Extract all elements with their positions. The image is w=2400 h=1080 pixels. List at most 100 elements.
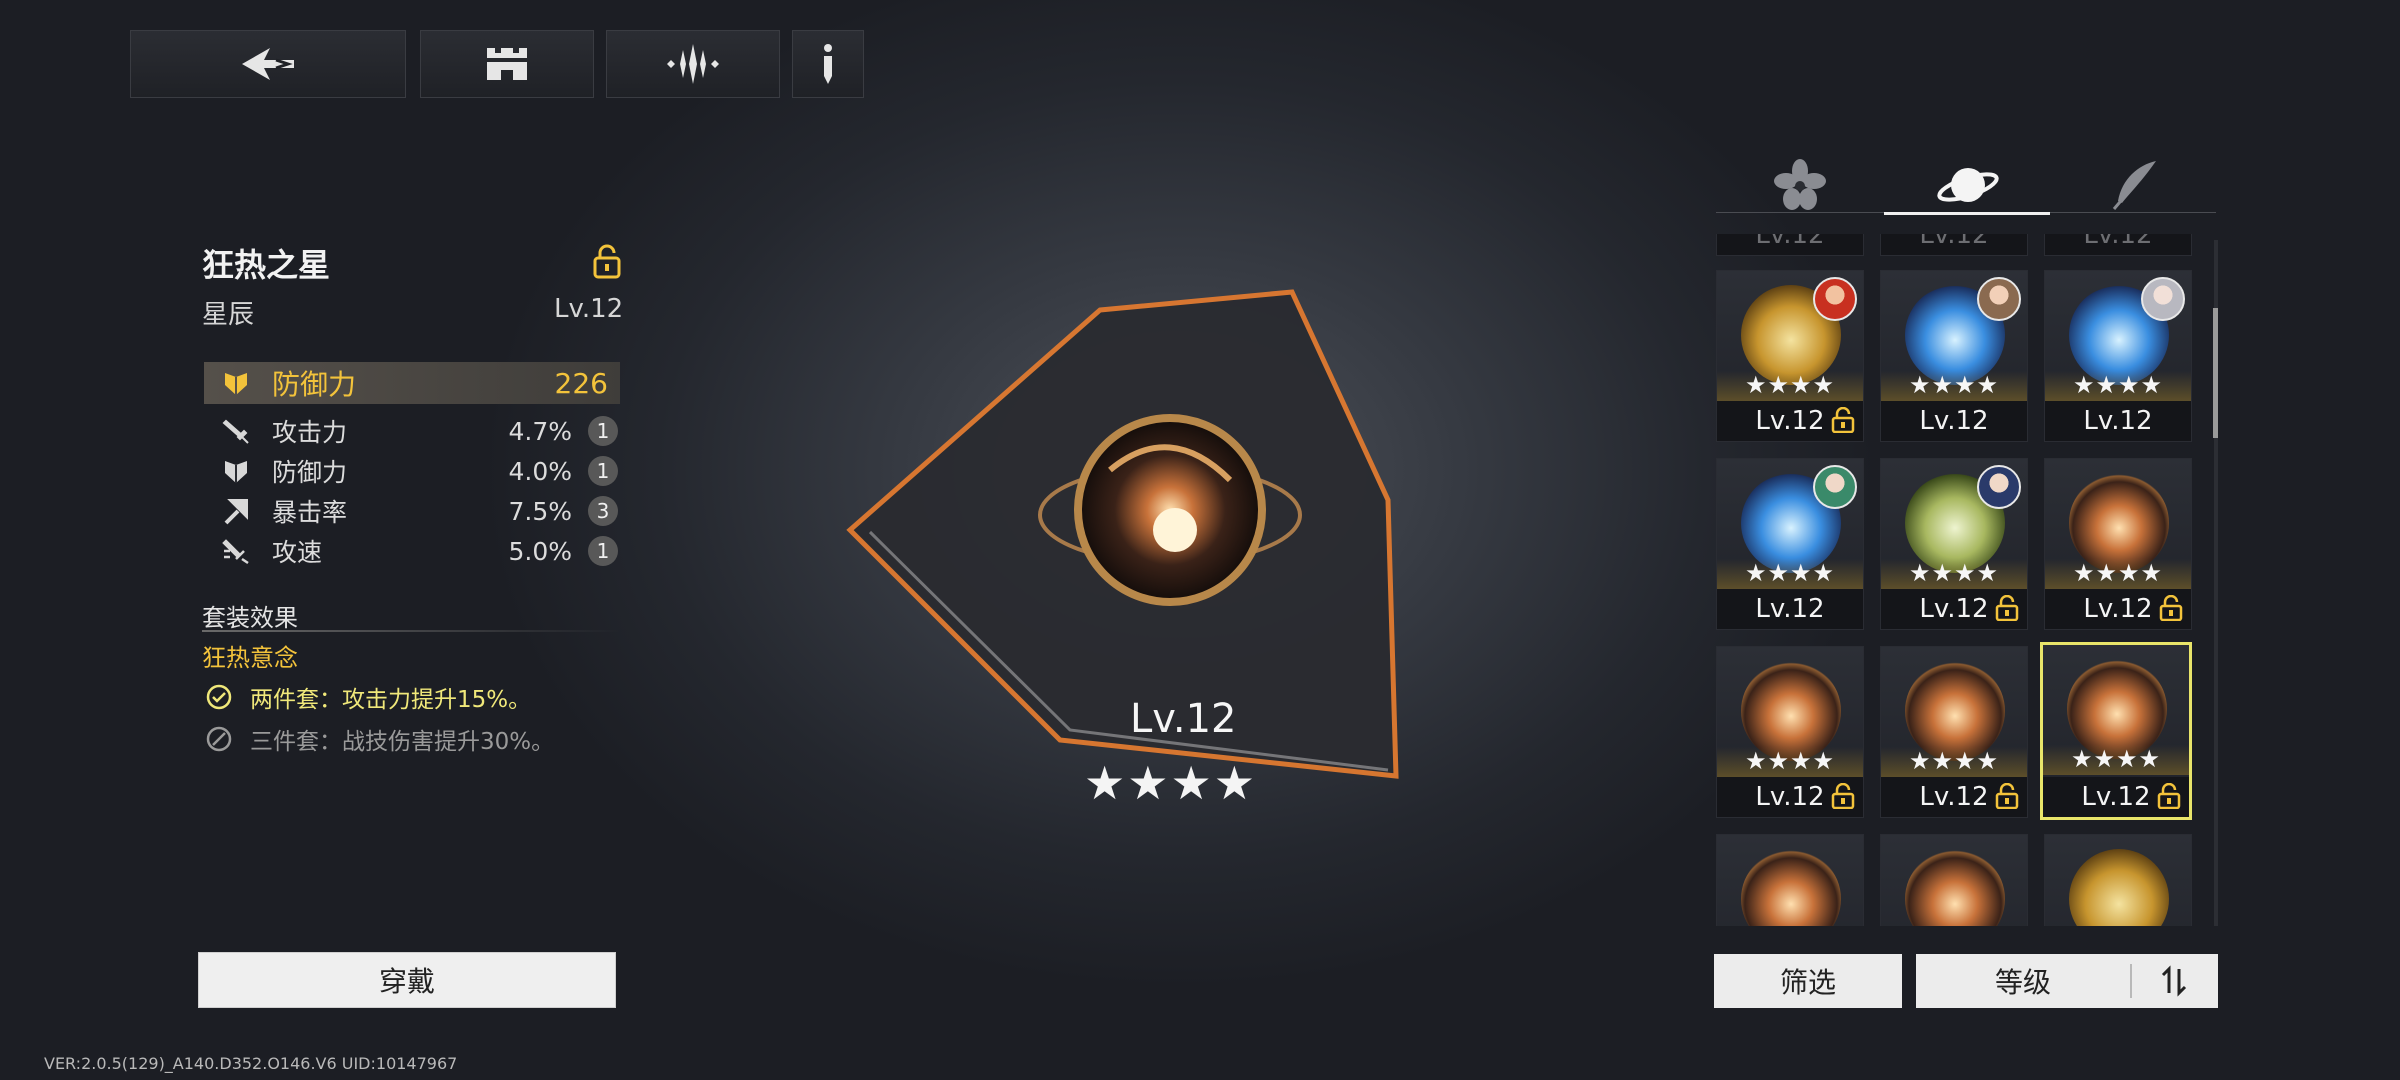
echo-art-fire-orb [2067,659,2167,759]
inventory-card[interactable]: ★★★★ Lv.12 [1880,458,2028,630]
echo-type: 星辰 [202,300,255,330]
main-stat-value: 226 [554,366,608,400]
card-level: Lv.12 [2045,401,2191,441]
tab-feather[interactable] [2056,150,2216,220]
set-effect-text: 三件套：战技伤害提升30%。 [250,729,555,755]
base-button[interactable] [420,30,594,98]
sort-order-toggle[interactable] [2132,954,2218,1008]
sub-stat-label: 暴击率 [272,498,348,527]
planet-icon [1937,168,1999,202]
card-level: Lv.12 [1717,234,1863,255]
avatar [2141,277,2185,321]
inventory-card[interactable] [1880,834,2028,926]
sub-stat-row: 攻击力 4.7% 1 [204,412,620,450]
inventory-card-partial[interactable]: Lv.12 [2044,234,2192,256]
feather-icon [2112,161,2156,210]
sub-stat-row: 攻速 5.0% 1 [204,532,620,570]
filter-button[interactable]: 筛选 [1714,954,1902,1008]
inventory-card[interactable]: ★★★★ Lv.12 [1880,646,2028,818]
card-stars: ★★★★ [1717,747,1863,777]
terminal-button[interactable] [606,30,780,98]
lock-icon [1831,407,1855,433]
unlock-icon[interactable] [592,244,622,280]
sub-stat-value: 5.0% [508,536,572,566]
inventory-card[interactable]: ★★★★ Lv.12 [1880,270,2028,442]
center-stars: ★★★★ [1084,756,1257,810]
sort-button[interactable]: 等级 [1916,954,2218,1008]
inventory-card[interactable]: ★★★★ Lv.12 [2044,458,2192,630]
card-stars: ★★★★ [2043,745,2189,775]
sub-stat-label: 攻击力 [272,418,348,447]
echo-art-fire-orb [1905,849,2005,926]
card-stars: ★★★★ [1881,747,2027,777]
card-level: Lv.12 [1717,589,1863,629]
back-button[interactable] [130,30,406,98]
active-tab-indicator [1884,212,2050,215]
lock-icon [2157,783,2181,809]
version-label: VER:2.0.5(129)_A140.D352.O146.V6 UID:101… [44,1054,458,1073]
back-arrow-icon [242,48,294,80]
shield-icon [225,373,247,395]
roll-count-badge: 1 [588,536,618,566]
sword-icon [222,419,249,444]
card-stars: ★★★★ [1881,559,2027,589]
set-effect-header: 套装效果 [202,604,298,632]
info-button[interactable] [792,30,864,98]
inventory-card-selected[interactable]: ★★★★ Lv.12 [2040,642,2192,820]
inventory-card[interactable] [2044,834,2192,926]
sort-label: 等级 [1994,966,2051,999]
castle-icon [487,48,527,80]
wear-button[interactable]: 穿戴 [198,952,616,1008]
disabled-circle-icon [206,726,232,752]
set-effect-inactive: 三件套：战技伤害提升30%。 [206,722,554,756]
lock-icon [2159,595,2183,621]
echo-art-fire-orb [1741,661,1841,761]
lock-icon [1995,595,2019,621]
sub-stat-row: 防御力 4.0% 1 [204,452,620,490]
tab-planet[interactable] [1888,150,2048,220]
set-name: 狂热意念 [202,644,298,672]
roll-count-badge: 1 [588,416,618,446]
sort-order-icon [2161,965,2187,997]
card-level: Lv.12 [1881,401,2027,441]
card-level: Lv.12 [2045,234,2191,255]
card-stars: ★★★★ [2045,371,2191,401]
lock-icon [1831,783,1855,809]
main-stat-label: 防御力 [272,368,357,401]
inventory-card-partial[interactable]: Lv.12 [1716,234,1864,256]
tab-flower[interactable] [1720,150,1880,220]
center-level: Lv.12 [1130,696,1237,742]
echo-art-fire-orb [1905,661,2005,761]
signal-icon [667,44,719,84]
inventory-card-partial[interactable]: Lv.12 [1880,234,2028,256]
inventory-card[interactable]: ★★★★ Lv.12 [1716,646,1864,818]
card-stars: ★★★★ [1717,559,1863,589]
info-icon [824,44,832,84]
inventory-card[interactable]: ★★★★ Lv.12 [1716,270,1864,442]
card-level: Lv.12 [1881,234,2027,255]
inventory-card[interactable]: ★★★★ Lv.12 [2044,270,2192,442]
attack-speed-icon [222,539,249,565]
roll-count-badge: 3 [588,496,618,526]
card-stars: ★★★★ [2045,559,2191,589]
avatar [1977,465,2021,509]
card-stars: ★★★★ [1717,371,1863,401]
avatar [1813,465,1857,509]
inventory-card[interactable] [1716,834,1864,926]
echo-level: Lv.12 [554,294,624,324]
inventory-grid[interactable]: Lv.12 Lv.12 Lv.12 ★★★★ Lv.12 ★★★★ Lv.12 … [1716,234,2216,926]
scrollbar-thumb[interactable] [2213,308,2218,438]
set-effect-active: 两件套：攻击力提升15%。 [206,680,531,714]
divider [202,630,620,632]
sub-stat-row: 暴击率 7.5% 3 [204,492,620,530]
roll-count-badge: 1 [588,456,618,486]
avatar [1977,277,2021,321]
inventory-card[interactable]: ★★★★ Lv.12 [1716,458,1864,630]
echo-art-gold-orb [2069,849,2169,926]
sub-stat-value: 7.5% [508,496,572,526]
echo-crystal-image [846,289,1399,779]
shield-icon [225,461,247,483]
sub-stat-value: 4.0% [508,456,572,486]
flower-icon [1774,159,1826,210]
crit-arrow-icon [224,499,248,525]
